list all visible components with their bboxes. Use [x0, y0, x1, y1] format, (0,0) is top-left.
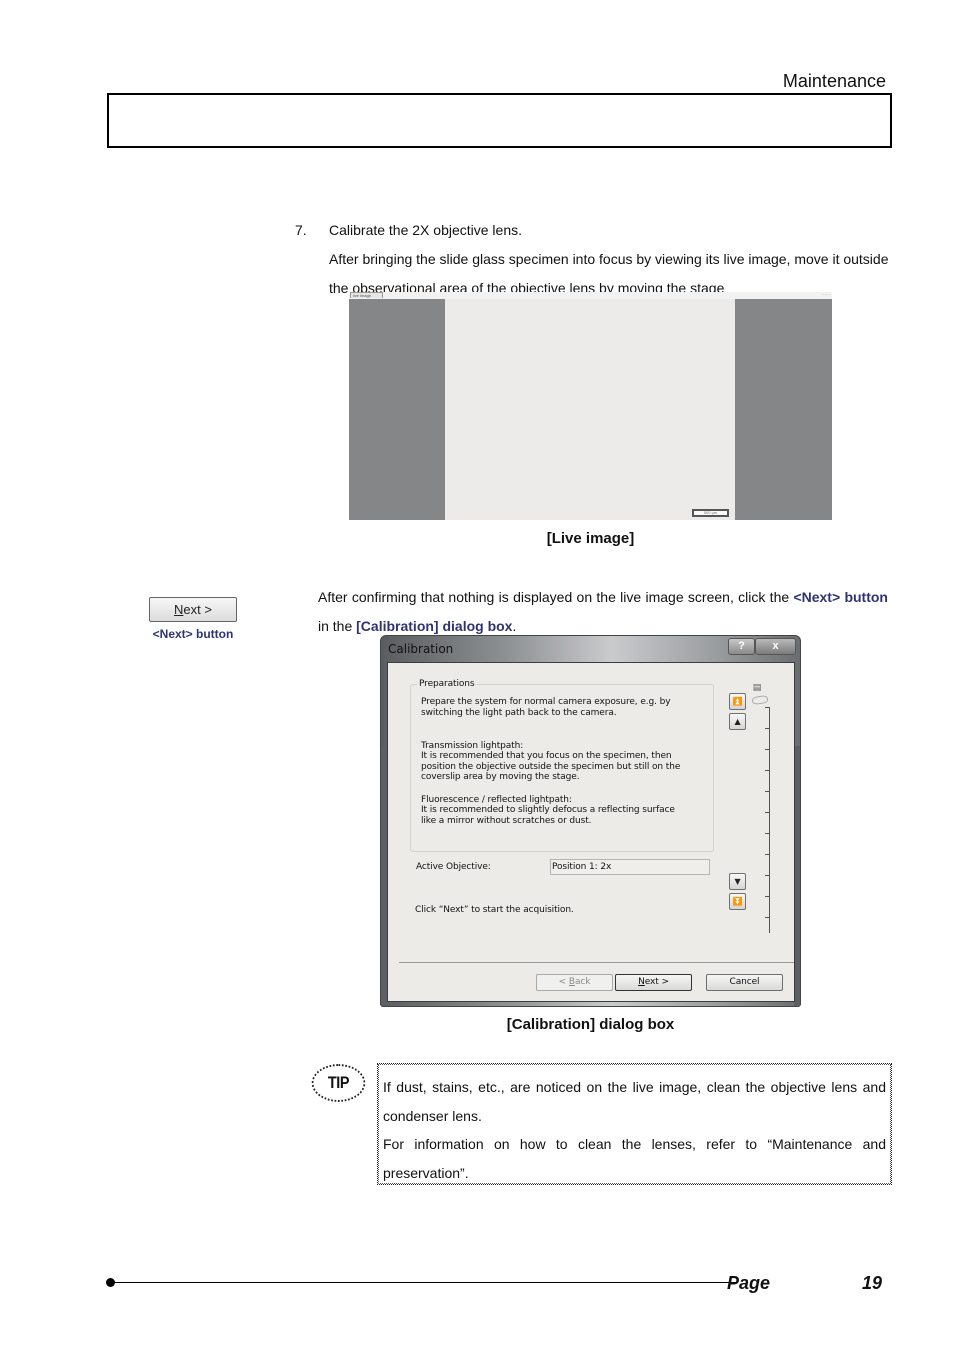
window-controls-icon[interactable]: ◦ ◦ ◦ — [822, 292, 830, 298]
z-scale-tick — [765, 833, 769, 834]
double-up-arrow-icon: ⏫ — [732, 697, 743, 706]
footer-page-number: 19 — [862, 1273, 883, 1293]
dialog-client-area: Preparations Prepare the system for norm… — [387, 662, 795, 1002]
z-scale-tick — [765, 875, 769, 876]
z-top-button[interactable]: ⏫ — [729, 693, 746, 710]
next-mnemonic: N — [638, 977, 645, 987]
paragraph-text: After confirming that nothing is display… — [318, 589, 794, 605]
dialog-title: Calibration — [388, 642, 454, 656]
close-button[interactable]: x — [755, 638, 796, 655]
transmission-heading: Transmission lightpath: — [421, 741, 524, 751]
step-number: 7. — [295, 222, 307, 238]
cancel-button[interactable]: Cancel — [706, 974, 783, 991]
next-button-reference: <Next> button — [793, 589, 888, 605]
z-scale-tick — [765, 707, 769, 708]
next-button-label: ext > — [183, 602, 212, 617]
fluorescence-heading: Fluorescence / reflected lightpath: — [421, 795, 572, 805]
dialog-separator — [399, 962, 794, 963]
z-up-button[interactable]: ▲ — [729, 713, 746, 730]
live-image-tabbar: live image ◦ ◦ ◦ — [349, 292, 832, 299]
tip-line-2: For information on how to clean the lens… — [383, 1136, 886, 1181]
z-scale-tick — [765, 728, 769, 729]
preparations-group: Preparations Prepare the system for norm… — [410, 679, 714, 852]
active-objective-label: Active Objective: — [416, 862, 491, 872]
active-objective-field: Position 1: 2x — [550, 859, 710, 875]
back-prefix: < — [558, 977, 569, 987]
fluorescence-text: It is recommended to slightly defocus a … — [421, 805, 675, 826]
double-down-arrow-icon: ⏬ — [732, 897, 743, 906]
next-instruction-paragraph: After confirming that nothing is display… — [318, 583, 888, 641]
tip-box: If dust, stains, etc., are noticed on th… — [377, 1063, 892, 1185]
back-button[interactable]: < Back — [536, 974, 613, 991]
next-button-caption: <Next> button — [152, 627, 234, 641]
calibration-dialog: Calibration ? x Preparations Prepare the… — [380, 635, 801, 1007]
z-scale-tick — [765, 854, 769, 855]
z-bottom-button[interactable]: ⏬ — [729, 893, 746, 910]
back-label: ack — [574, 977, 591, 987]
step-title: Calibrate the 2X objective lens. — [329, 222, 522, 238]
live-image-tab[interactable]: live image — [350, 292, 383, 298]
calibration-dialog-reference: [Calibration] dialog box — [356, 618, 513, 634]
z-scale-tick — [765, 896, 769, 897]
click-next-instruction: Click “Next” to start the acquisition. — [415, 905, 574, 915]
scale-bar: 500 µm — [692, 509, 729, 517]
live-image-view: 500 µm — [445, 299, 735, 520]
paragraph-text: . — [512, 618, 517, 634]
calibration-dialog-caption: [Calibration] dialog box — [506, 1016, 675, 1033]
step-body: Calibrate the 2X objective lens. After b… — [329, 216, 889, 303]
z-scale-tick — [765, 770, 769, 771]
live-image-screenshot: live image ◦ ◦ ◦ 500 µm — [349, 292, 832, 520]
z-scale-tick — [765, 917, 769, 918]
next-button-mnemonic: N — [174, 602, 184, 617]
prep-text: Prepare the system for normal camera exp… — [421, 697, 671, 718]
z-scale-tick — [765, 749, 769, 750]
footer-page-label: Page — [727, 1273, 771, 1293]
z-scale-tick — [765, 791, 769, 792]
z-position-scale — [769, 707, 770, 933]
live-image-caption: [Live image] — [546, 530, 635, 547]
stage-icon — [751, 694, 769, 706]
help-button[interactable]: ? — [728, 638, 755, 655]
preparations-label: Preparations — [417, 679, 477, 690]
section-title: Maintenance — [782, 71, 886, 91]
tip-line-1: If dust, stains, etc., are noticed on th… — [383, 1079, 886, 1124]
footer-rule — [110, 1282, 736, 1283]
down-arrow-icon: ▼ — [734, 877, 741, 886]
next-button-illustration: Next > — [149, 597, 237, 622]
up-arrow-icon: ▲ — [734, 717, 741, 726]
transmission-text: It is recommended that you focus on the … — [421, 751, 681, 782]
next-label: ext > — [644, 977, 669, 987]
objective-icon: ▤ — [752, 683, 762, 693]
next-button[interactable]: Next > — [615, 974, 692, 991]
z-scale-tick — [765, 812, 769, 813]
paragraph-text: in the — [318, 618, 357, 634]
z-down-button[interactable]: ▼ — [729, 873, 746, 890]
tip-badge: TIP — [311, 1064, 366, 1102]
header-box — [107, 93, 892, 148]
